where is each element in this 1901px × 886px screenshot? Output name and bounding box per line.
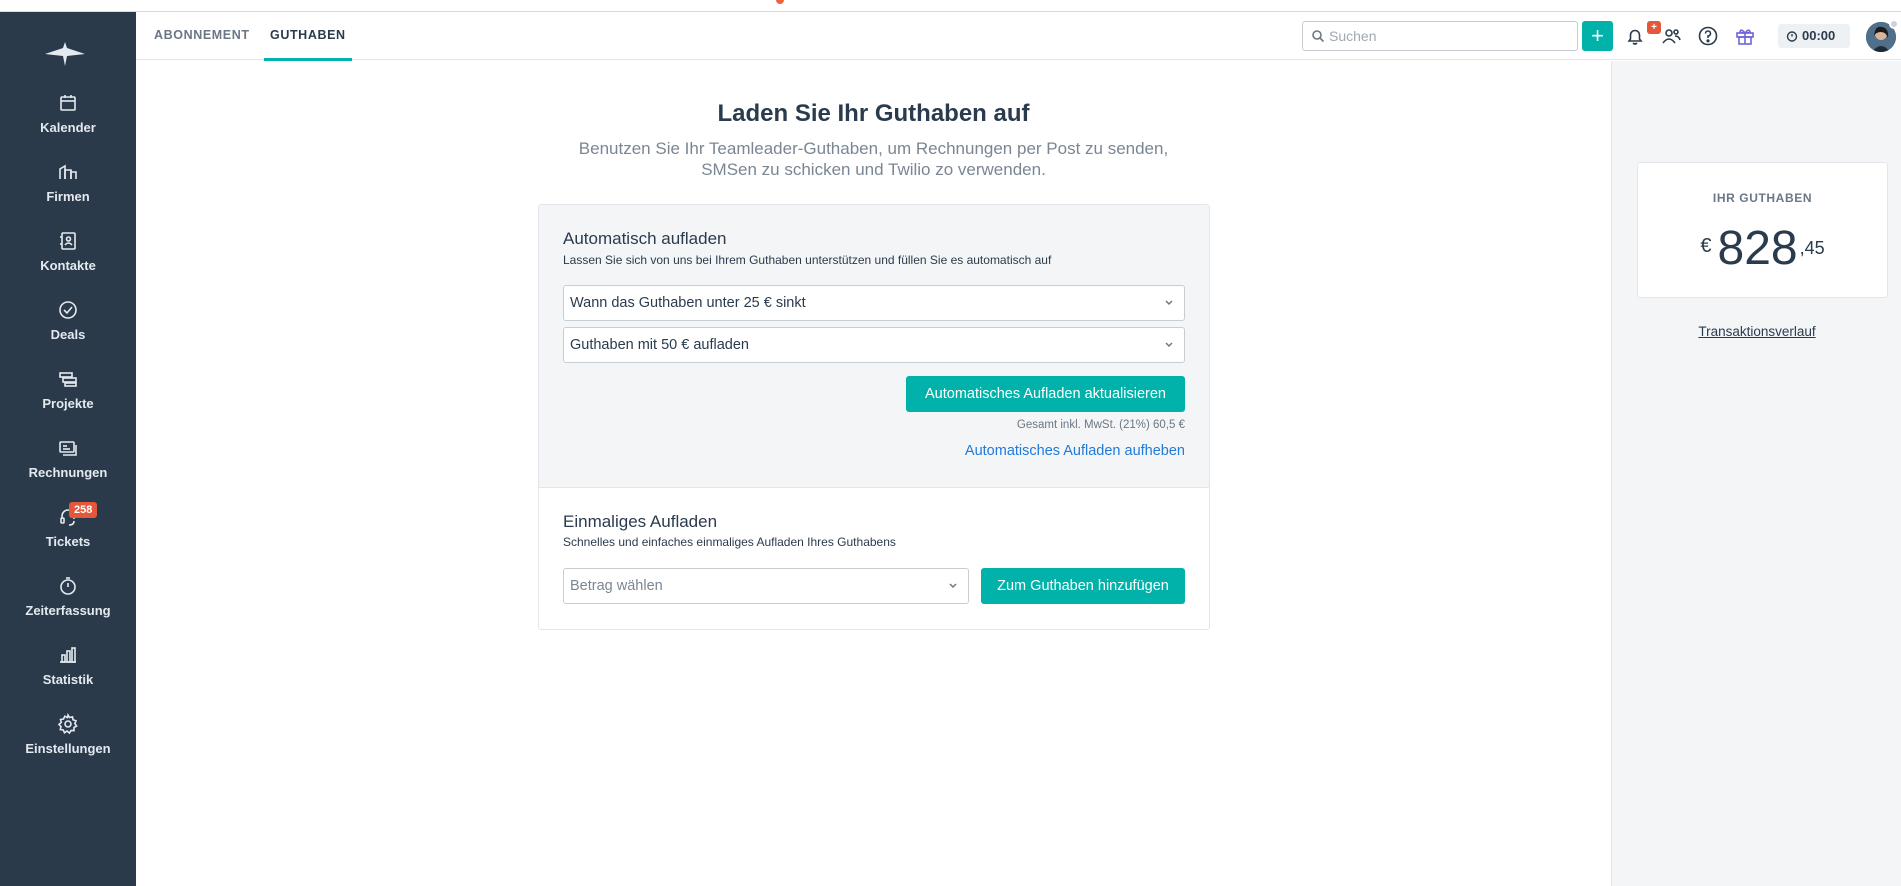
search-icon [1312,30,1325,43]
threshold-select-value: Wann das Guthaben unter 25 € sinkt [570,295,806,311]
sidebar-item-label: Rechnungen [28,465,108,480]
gift-icon[interactable] [1734,25,1756,47]
avatar-status-dot [1889,19,1899,29]
users-icon[interactable] [1660,25,1682,47]
sidebar-item-einstellungen[interactable]: Einstellungen [0,713,136,773]
sidebar-item-label: Deals [50,327,86,342]
stopwatch-icon [60,577,76,595]
tab-abonnement[interactable]: ABONNEMENT [154,12,250,60]
chevron-down-icon [949,583,957,589]
chevron-down-icon [1165,342,1173,348]
chevron-down-icon [1165,300,1173,306]
one-time-amount-placeholder: Betrag wählen [570,578,663,594]
auto-topup-section: Automatisch aufladen Lassen Sie sich von… [539,205,1209,488]
tab-guthaben[interactable]: GUTHABEN [264,12,352,61]
sidebar-item-rechnungen[interactable]: Rechnungen [0,437,136,497]
top-indicator-dot [776,0,784,4]
add-to-balance-button[interactable]: Zum Guthaben hinzufügen [981,568,1185,604]
update-auto-topup-button[interactable]: Automatisches Aufladen aktualisieren [906,376,1185,412]
bar-chart-icon [60,647,76,663]
sidebar-item-firmen[interactable]: Firmen [0,161,136,221]
sidebar-item-label: Einstellungen [25,741,111,756]
sidebar-item-kalender[interactable]: Kalender [0,92,136,152]
sidebar-item-label: Projekte [42,396,94,411]
one-time-topup-description: Schnelles und einfaches einmaliges Aufla… [563,535,896,549]
total-incl-vat: Gesamt inkl. MwSt. (21%) 60,5 € [1016,419,1185,431]
cancel-auto-topup-link[interactable]: Automatisches Aufladen aufheben [965,443,1185,459]
balance-panel: IHR GUTHABEN €828,45 Transaktionsverlauf [1611,61,1901,886]
tickets-count-badge: 258 [69,502,98,518]
sidebar-item-label: Firmen [46,189,90,204]
auto-topup-description: Lassen Sie sich von uns bei Ihrem Guthab… [563,253,1052,267]
sidebar: Kalender Firmen Kontakte Deals Projekte … [0,12,136,886]
transaction-history-link[interactable]: Transaktionsverlauf [1612,324,1901,339]
contacts-icon [60,232,76,250]
search-box [1302,21,1578,51]
buildings-icon [59,164,77,179]
search-input[interactable] [1329,22,1574,50]
teamleader-logo[interactable] [43,40,87,70]
balance-card: IHR GUTHABEN €828,45 [1637,162,1888,298]
sidebar-item-kontakte[interactable]: Kontakte [0,230,136,290]
help-icon[interactable] [1697,25,1719,47]
sidebar-item-label: Tickets [45,534,91,549]
calendar-icon [60,95,76,111]
sidebar-item-zeiterfassung[interactable]: Zeiterfassung [0,575,136,635]
one-time-topup-title: Einmaliges Aufladen [563,512,718,531]
timer-button[interactable]: 00:00 [1778,24,1850,48]
page-title: Laden Sie Ihr Guthaben auf [717,100,1030,127]
threshold-select[interactable]: Wann das Guthaben unter 25 € sinkt [563,285,1185,321]
sidebar-item-label: Zeiterfassung [25,603,111,618]
sidebar-item-projekte[interactable]: Projekte [0,368,136,428]
sidebar-item-tickets[interactable]: 258 Tickets [0,502,136,566]
top-header: ABONNEMENT GUTHABEN + + 00:00 [136,12,1901,61]
balance-currency: € [1700,235,1712,257]
amount-select[interactable]: Guthaben mit 50 € aufladen [563,327,1185,363]
auto-topup-title: Automatisch aufladen [563,229,727,248]
notification-badge: + [1647,21,1661,34]
timer-value: 00:00 [1802,28,1836,43]
sidebar-item-label: Kalender [40,120,96,135]
invoice-icon [59,441,77,456]
gear-icon [57,713,78,735]
balance-amount: €828,45 [1638,221,1887,276]
one-time-amount-select[interactable]: Betrag wählen [563,568,969,604]
add-button[interactable]: + [1582,21,1613,51]
balance-amount-main: 828 [1717,222,1798,275]
sidebar-item-label: Statistik [42,672,94,687]
page-subtitle: Benutzen Sie Ihr Teamleader-Guthaben, um… [578,139,1169,179]
balance-title: IHR GUTHABEN [1712,191,1813,205]
check-circle-icon [59,301,77,319]
balance-amount-cents: ,45 [1799,238,1825,258]
sidebar-item-statistik[interactable]: Statistik [0,644,136,704]
amount-select-value: Guthaben mit 50 € aufladen [570,337,749,353]
projects-icon [59,372,77,387]
sidebar-item-label: Kontakte [40,258,96,273]
stopwatch-icon [1786,31,1798,42]
bell-icon[interactable] [1624,25,1646,47]
topup-card: Automatisch aufladen Lassen Sie sich von… [538,204,1210,630]
top-border [0,0,1901,12]
sidebar-item-deals[interactable]: Deals [0,299,136,359]
